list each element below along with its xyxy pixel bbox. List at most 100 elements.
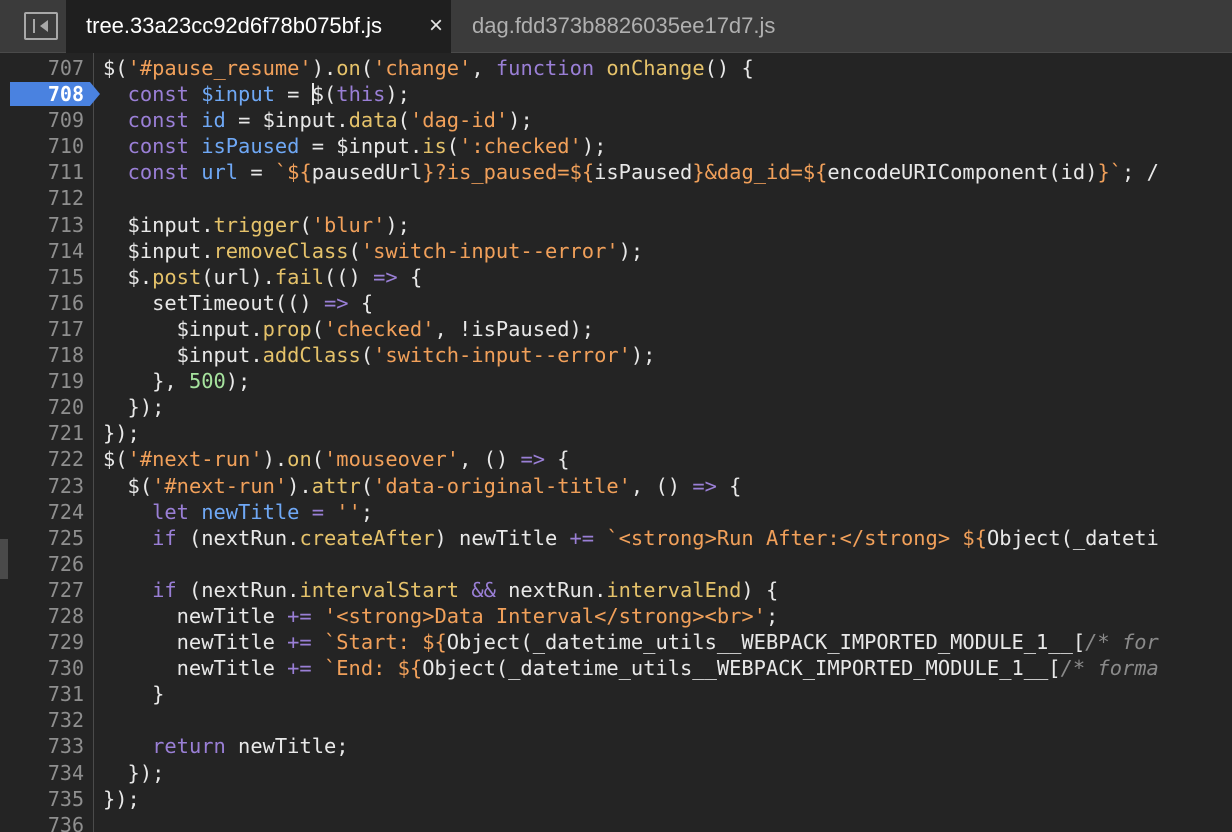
code-text[interactable]: if (nextRun.createAfter) newTitle += `<s… xyxy=(103,525,1159,551)
code-line[interactable]: 717 $input.prop('checked', !isPaused); xyxy=(0,316,1232,342)
code-line[interactable]: 728 newTitle += '<strong>Data Interval</… xyxy=(0,603,1232,629)
code-line[interactable]: 736 xyxy=(0,812,1232,832)
code-line[interactable]: 709 const id = $input.data('dag-id'); xyxy=(0,107,1232,133)
code-line[interactable]: 734 }); xyxy=(0,760,1232,786)
code-text[interactable]: $input.trigger('blur'); xyxy=(103,212,410,238)
code-token: '' xyxy=(336,499,361,524)
line-number[interactable]: 733 xyxy=(0,733,84,759)
line-number[interactable]: 723 xyxy=(0,473,84,499)
code-text[interactable]: $.post(url).fail(() => { xyxy=(103,264,423,290)
code-text[interactable]: $('#next-run').on('mouseover', () => { xyxy=(103,446,570,472)
code-text[interactable]: newTitle += `End: ${Object(_datetime_uti… xyxy=(103,655,1159,681)
navigator-toggle-icon[interactable] xyxy=(24,12,58,40)
code-line[interactable]: 720 }); xyxy=(0,394,1232,420)
line-number[interactable]: 726 xyxy=(0,551,84,577)
code-line[interactable]: 714 $input.removeClass('switch-input--er… xyxy=(0,238,1232,264)
line-number[interactable]: 716 xyxy=(0,290,84,316)
code-line[interactable]: 707 $('#pause_resume').on('change', funct… xyxy=(0,55,1232,81)
line-number[interactable]: 713 xyxy=(0,212,84,238)
line-number[interactable]: 711 xyxy=(0,159,84,185)
code-line[interactable]: 710 const isPaused = $input.is(':checked… xyxy=(0,133,1232,159)
code-text[interactable]: }); xyxy=(103,394,165,420)
code-text[interactable]: return newTitle; xyxy=(103,733,348,759)
line-number[interactable]: 710 xyxy=(0,133,84,159)
line-number[interactable]: 720 xyxy=(0,394,84,420)
code-text[interactable]: }); xyxy=(103,760,165,786)
code-token: const xyxy=(127,108,189,133)
line-number[interactable]: 727 xyxy=(0,577,84,603)
code-line[interactable]: 718 $input.addClass('switch-input--error… xyxy=(0,342,1232,368)
line-number[interactable]: 728 xyxy=(0,603,84,629)
code-text[interactable]: $input.prop('checked', !isPaused); xyxy=(103,316,594,342)
code-text[interactable]: }); xyxy=(103,420,140,446)
line-number[interactable]: 729 xyxy=(0,629,84,655)
line-number[interactable]: 708 xyxy=(0,81,84,107)
code-line[interactable]: 727 if (nextRun.intervalStart && nextRun… xyxy=(0,577,1232,603)
code-token: $( xyxy=(311,82,337,107)
line-number[interactable]: 709 xyxy=(0,107,84,133)
code-text[interactable]: const id = $input.data('dag-id'); xyxy=(103,107,533,133)
line-number[interactable]: 707 xyxy=(0,55,84,81)
code-text[interactable]: if (nextRun.intervalStart && nextRun.int… xyxy=(103,577,778,603)
code-token: (nextRun. xyxy=(176,525,300,550)
code-text[interactable]: newTitle += '<strong>Data Interval</stro… xyxy=(103,603,779,629)
code-token: { xyxy=(397,264,423,289)
line-number[interactable]: 724 xyxy=(0,499,84,525)
close-icon[interactable]: × xyxy=(429,0,443,52)
line-number[interactable]: 734 xyxy=(0,760,84,786)
code-line[interactable]: 732 xyxy=(0,707,1232,733)
code-token: $( xyxy=(103,447,128,472)
code-token: , () xyxy=(459,447,521,472)
code-text[interactable]: $input.addClass('switch-input--error'); xyxy=(103,342,656,368)
code-text[interactable]: newTitle += `Start: ${Object(_datetime_u… xyxy=(103,629,1159,655)
code-token: /* forma xyxy=(1060,656,1159,681)
code-text[interactable]: }, 500); xyxy=(103,368,250,394)
code-line[interactable]: 723 $('#next-run').attr('data-original-t… xyxy=(0,473,1232,499)
code-editor[interactable]: 707 $('#pause_resume').on('change', funct… xyxy=(0,53,1232,832)
code-text[interactable]: $('#pause_resume').on('change', function… xyxy=(103,55,754,81)
line-number[interactable]: 714 xyxy=(0,238,84,264)
tab-dag-js[interactable]: dag.fdd373b8826035ee17d7.js xyxy=(451,0,851,53)
code-text[interactable]: const $input = $(this); xyxy=(103,81,410,107)
code-line[interactable]: 730 newTitle += `End: ${Object(_datetime… xyxy=(0,655,1232,681)
code-line[interactable]: 712 xyxy=(0,185,1232,211)
line-number[interactable]: 718 xyxy=(0,342,84,368)
code-line[interactable]: 725 if (nextRun.createAfter) newTitle +=… xyxy=(0,525,1232,551)
tab-tree-js[interactable]: tree.33a23cc92d6f78b075bf.js × xyxy=(66,0,451,53)
code-line[interactable]: 715 $.post(url).fail(() => { xyxy=(0,264,1232,290)
line-number[interactable]: 735 xyxy=(0,786,84,812)
code-text[interactable]: }); xyxy=(103,786,140,812)
line-number[interactable]: 712 xyxy=(0,185,84,211)
code-line[interactable]: 726 xyxy=(0,551,1232,577)
code-line[interactable]: 719 }, 500); xyxy=(0,368,1232,394)
code-text[interactable]: let newTitle = ''; xyxy=(103,499,373,525)
code-line[interactable]: 735}); xyxy=(0,786,1232,812)
code-text[interactable]: $('#next-run').attr('data-original-title… xyxy=(103,473,742,499)
code-text[interactable]: } xyxy=(103,681,164,707)
line-number[interactable]: 732 xyxy=(0,707,84,733)
line-number[interactable]: 730 xyxy=(0,655,84,681)
code-line[interactable]: 722 $('#next-run').on('mouseover', () => … xyxy=(0,446,1232,472)
code-text[interactable]: setTimeout(() => { xyxy=(103,290,373,316)
code-line[interactable]: 731 } xyxy=(0,681,1232,707)
line-number[interactable]: 717 xyxy=(0,316,84,342)
code-text[interactable]: const isPaused = $input.is(':checked'); xyxy=(103,133,607,159)
line-number[interactable]: 736 xyxy=(0,812,84,832)
code-text[interactable]: $input.removeClass('switch-input--error'… xyxy=(103,238,644,264)
code-token: 'data-original-title' xyxy=(373,473,631,498)
code-line[interactable]: 721}); xyxy=(0,420,1232,446)
line-number[interactable]: 721 xyxy=(0,420,84,446)
line-number[interactable]: 715 xyxy=(0,264,84,290)
code-line[interactable]: 733 return newTitle; xyxy=(0,733,1232,759)
code-line[interactable]: 716 setTimeout(() => { xyxy=(0,290,1232,316)
code-line[interactable]: 729 newTitle += `Start: ${Object(_dateti… xyxy=(0,629,1232,655)
code-line[interactable]: 708 const $input = $(this); xyxy=(0,81,1232,107)
line-number[interactable]: 722 xyxy=(0,446,84,472)
code-text[interactable]: const url = `${pausedUrl}?is_paused=${is… xyxy=(103,159,1159,185)
code-line[interactable]: 711 const url = `${pausedUrl}?is_paused=… xyxy=(0,159,1232,185)
line-number[interactable]: 719 xyxy=(0,368,84,394)
code-line[interactable]: 713 $input.trigger('blur'); xyxy=(0,212,1232,238)
line-number[interactable]: 731 xyxy=(0,681,84,707)
code-line[interactable]: 724 let newTitle = ''; xyxy=(0,499,1232,525)
line-number[interactable]: 725 xyxy=(0,525,84,551)
